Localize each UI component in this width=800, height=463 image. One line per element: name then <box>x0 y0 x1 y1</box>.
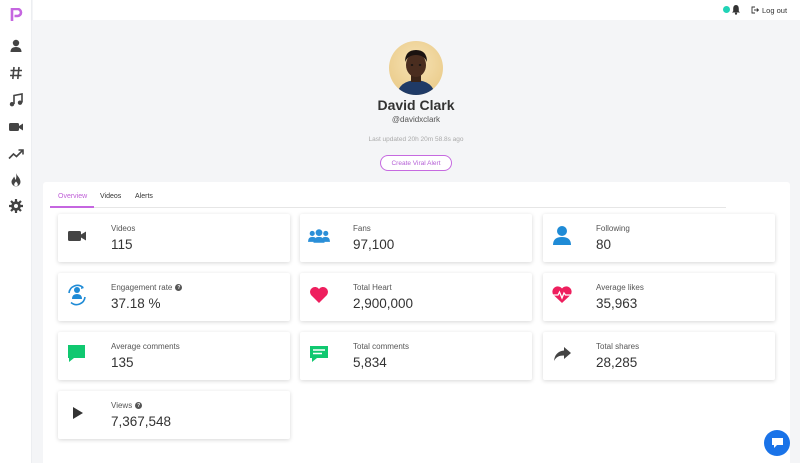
tab-bar: Overview Videos Alerts <box>50 188 726 208</box>
engagement-icon <box>68 284 86 306</box>
music-icon[interactable] <box>8 92 24 108</box>
stat-label: Average likes <box>596 283 644 292</box>
stat-label: Engagement rate <box>111 283 173 292</box>
tab-alerts[interactable]: Alerts <box>135 193 153 200</box>
play-icon <box>73 407 83 419</box>
stat-card-total-shares: Total shares 28,285 <box>543 332 775 380</box>
heart-icon <box>310 287 328 303</box>
stat-label: Total comments <box>353 342 410 351</box>
status-indicator <box>723 6 730 13</box>
share-icon <box>554 347 571 361</box>
stat-value: 135 <box>111 355 134 370</box>
trending-icon[interactable] <box>8 146 24 162</box>
help-icon[interactable]: ? <box>175 284 183 291</box>
gear-icon[interactable] <box>8 198 24 214</box>
tab-videos[interactable]: Videos <box>100 193 121 200</box>
stat-value: 37.18 % <box>111 296 161 311</box>
stat-value: 2,900,000 <box>353 296 414 311</box>
stat-label: Following <box>596 224 630 233</box>
comment-icon <box>68 345 85 362</box>
stat-card-average-comments: Average comments 135 <box>58 332 290 380</box>
last-updated: Last updated 20h 20m 58.8s ago <box>368 136 464 143</box>
stat-value: 5,834 <box>353 355 387 370</box>
user-icon <box>553 226 571 245</box>
stat-value: 97,100 <box>353 237 395 252</box>
stat-card-views: Views ? 7,367,548 <box>58 391 290 439</box>
fire-icon[interactable] <box>8 172 24 188</box>
stat-value: 115 <box>111 237 133 252</box>
chat-widget-button[interactable] <box>764 430 790 456</box>
create-viral-alert-button[interactable]: Create Viral Alert <box>380 155 452 171</box>
video-camera-icon <box>68 231 86 241</box>
heartbeat-icon <box>552 286 572 303</box>
stat-label: Views <box>111 401 133 410</box>
hashtag-icon[interactable] <box>8 65 24 81</box>
chat-icon <box>771 438 783 448</box>
logout-button[interactable]: Log out <box>751 3 787 17</box>
help-icon[interactable]: ? <box>135 402 143 409</box>
bell-icon[interactable] <box>731 4 741 15</box>
stat-value: 80 <box>596 237 612 252</box>
app-logo[interactable] <box>10 8 23 22</box>
tab-overview[interactable]: Overview <box>58 193 87 200</box>
stat-card-total-comments: Total comments 5,834 <box>300 332 532 380</box>
profile-name: David Clark <box>377 97 455 113</box>
stat-label: Average comments <box>111 342 180 351</box>
stat-card-videos: Videos 115 <box>58 214 290 262</box>
comments-icon <box>310 346 328 362</box>
active-tab-indicator <box>50 206 94 208</box>
stat-card-engagement-rate: Engagement rate ? 37.18 % <box>58 273 290 321</box>
stat-label: Total shares <box>596 342 640 351</box>
users-icon <box>308 229 330 243</box>
logout-icon <box>751 6 759 14</box>
stat-card-fans: Fans 97,100 <box>300 214 532 262</box>
sidebar <box>0 0 32 463</box>
avatar <box>389 41 443 95</box>
stat-value: 7,367,548 <box>111 414 172 429</box>
stat-value: 28,285 <box>596 355 638 370</box>
user-icon[interactable] <box>8 38 24 54</box>
stat-label: Fans <box>353 224 371 233</box>
stat-card-total-heart: Total Heart 2,900,000 <box>300 273 532 321</box>
stat-value: 35,963 <box>596 296 638 311</box>
profile-handle: @davidxclark <box>391 115 441 124</box>
stat-label: Videos <box>111 224 136 233</box>
stat-label: Total Heart <box>353 283 392 292</box>
stat-card-average-likes: Average likes 35,963 <box>543 273 775 321</box>
logout-label: Log out <box>762 5 788 15</box>
top-bar <box>33 0 800 20</box>
video-icon[interactable] <box>8 119 24 135</box>
stat-card-following: Following 80 <box>543 214 775 262</box>
